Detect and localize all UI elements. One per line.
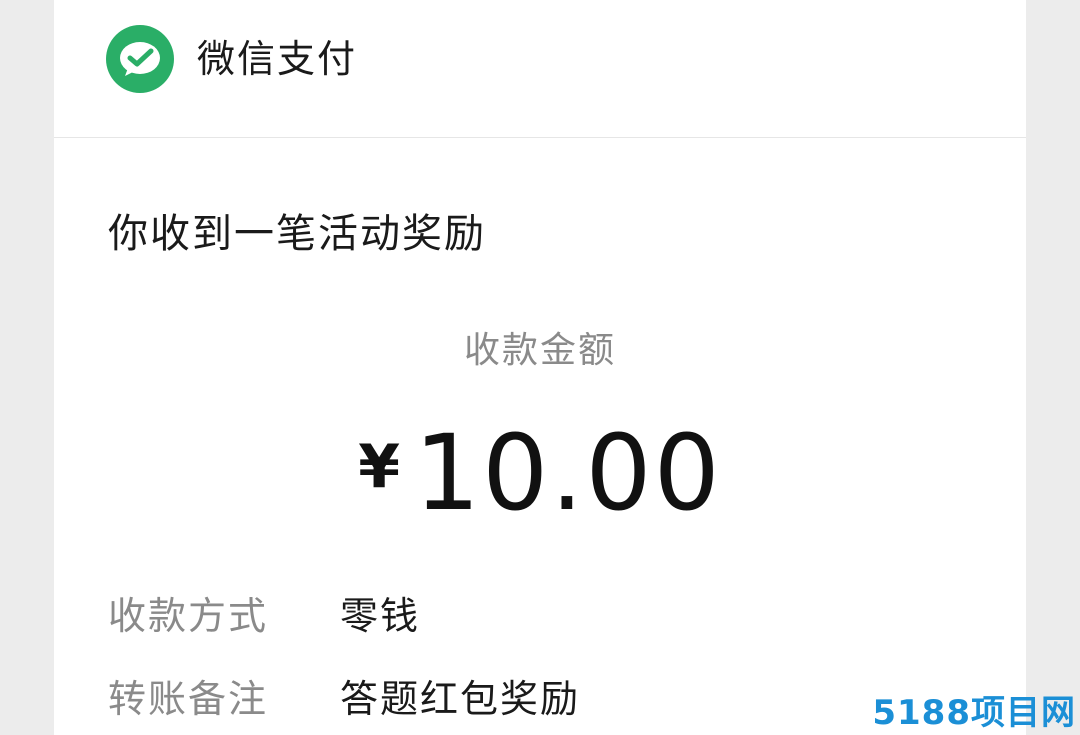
detail-label: 转账备注	[108, 677, 269, 721]
site-watermark: 5188项目网	[872, 693, 1076, 733]
currency-symbol: ¥	[358, 432, 400, 502]
header: 微信支付	[54, 0, 1026, 138]
detail-row-transfer-note: 转账备注 答题红包奖励	[108, 675, 580, 723]
payment-notice-card: 微信支付 你收到一笔活动奖励 收款金额 ¥10.00 收款方式 零钱 转账备注 答题…	[54, 0, 1026, 735]
amount-value: 10.00	[414, 412, 722, 534]
detail-value: 零钱	[340, 594, 421, 638]
notice-title: 你收到一笔活动奖励	[108, 211, 486, 257]
detail-value: 答题红包奖励	[340, 677, 581, 721]
amount-label: 收款金额	[463, 330, 616, 371]
brand-name: 微信支付	[197, 37, 358, 81]
detail-label: 收款方式	[108, 594, 269, 638]
wechat-pay-icon	[106, 25, 174, 93]
detail-row-payment-method: 收款方式 零钱	[108, 592, 420, 640]
amount-display: ¥10.00	[54, 418, 1026, 528]
